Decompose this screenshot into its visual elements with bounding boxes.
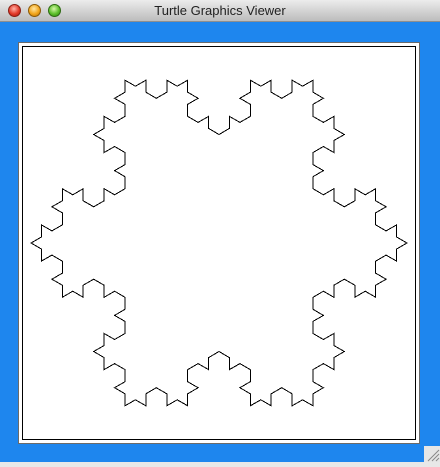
- window-title: Turtle Graphics Viewer: [154, 3, 286, 18]
- turtle-canvas: [22, 46, 416, 440]
- turtle-canvas-frame: [18, 42, 420, 444]
- resize-grip[interactable]: [424, 446, 440, 462]
- snowflake-path: [29, 79, 409, 407]
- app-window: Turtle Graphics Viewer: [0, 0, 440, 462]
- title-bar[interactable]: Turtle Graphics Viewer: [0, 0, 440, 22]
- resize-grip-icon: [427, 449, 440, 462]
- window-content: [0, 22, 440, 462]
- koch-snowflake-drawing: [29, 79, 409, 407]
